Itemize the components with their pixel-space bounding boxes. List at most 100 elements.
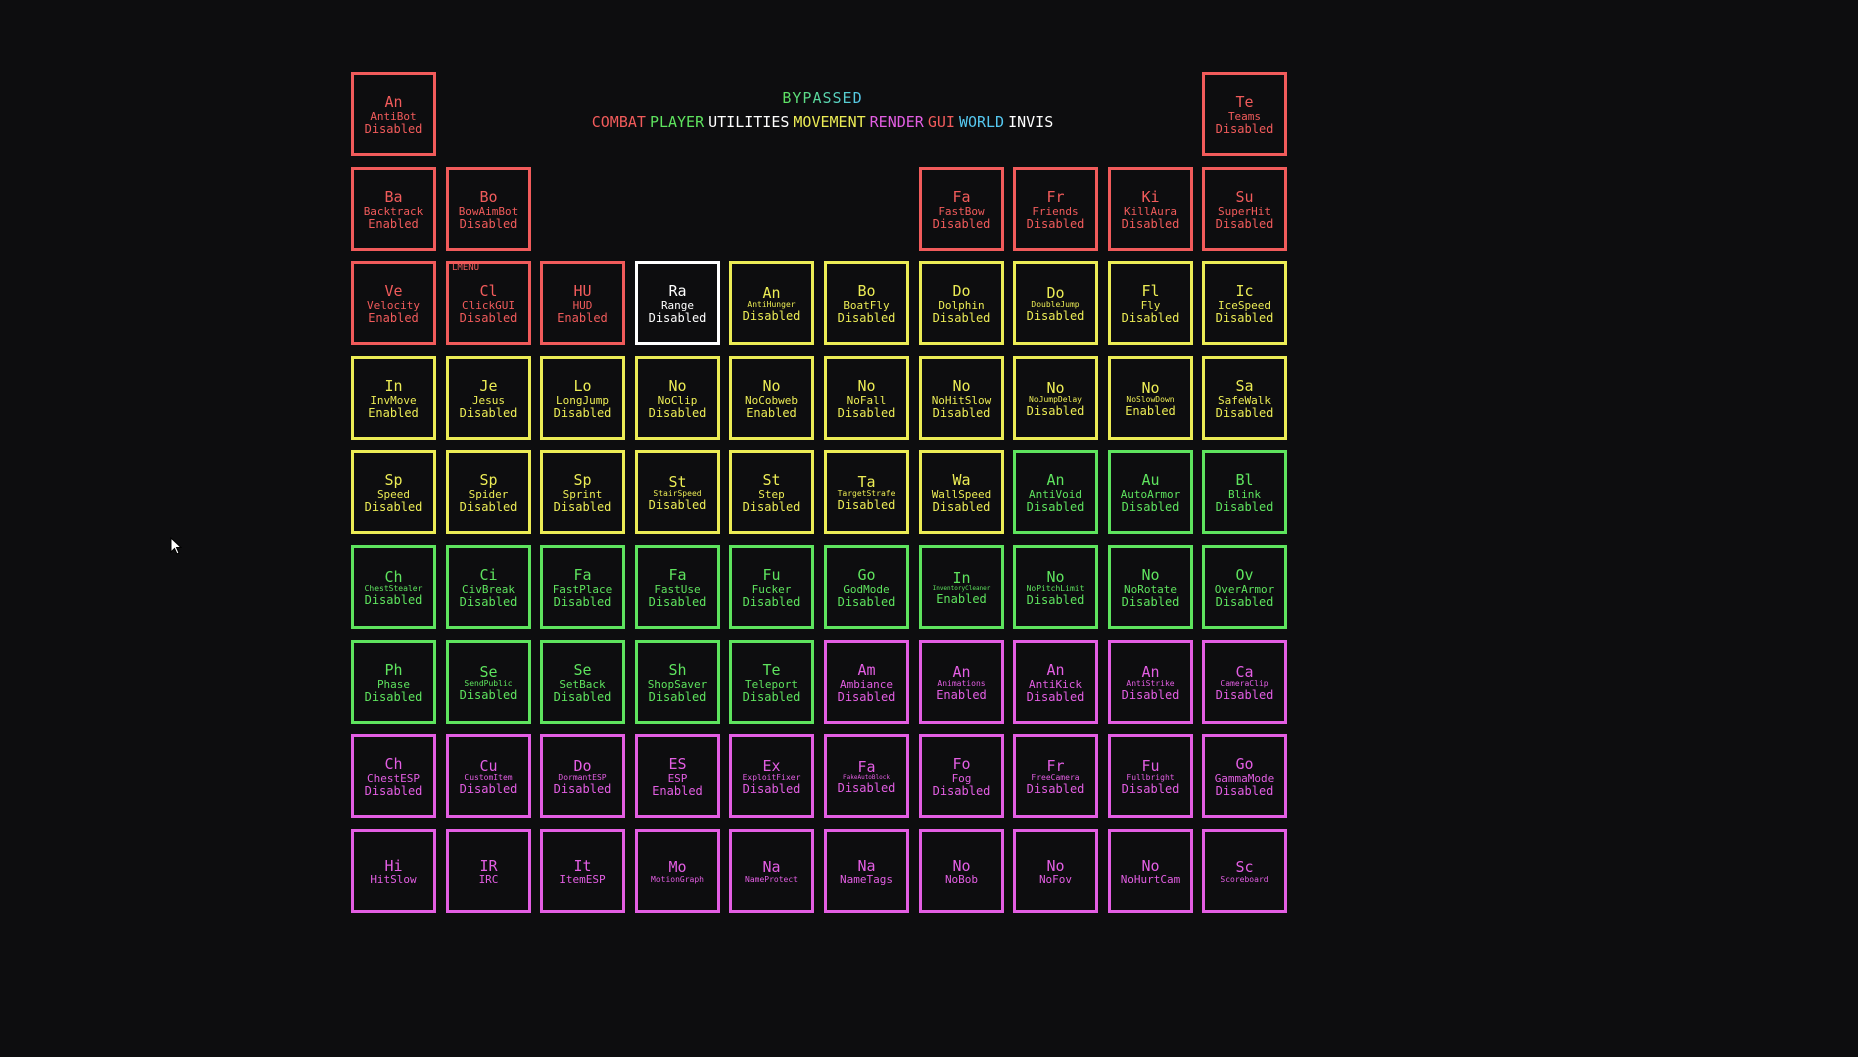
module-tile-jesus[interactable]: Je Jesus Disabled xyxy=(446,356,531,440)
module-tile-nametags[interactable]: Na NameTags xyxy=(824,829,909,913)
module-tile-antihunger[interactable]: An AntiHunger Disabled xyxy=(729,261,814,345)
module-tile-antikick[interactable]: An AntiKick Disabled xyxy=(1013,640,1098,724)
module-tile-bowaimbot[interactable]: Bo BowAimBot Disabled xyxy=(446,167,531,251)
module-tile-godmode[interactable]: Go GodMode Disabled xyxy=(824,545,909,629)
module-tile-clickgui[interactable]: LMENU Cl ClickGUI Disabled xyxy=(446,261,531,345)
tab-gui[interactable]: GUI xyxy=(928,113,955,131)
tab-player[interactable]: PLAYER xyxy=(650,113,704,131)
module-tile-irc[interactable]: IR IRC xyxy=(446,829,531,913)
module-tile-nofall[interactable]: No NoFall Disabled xyxy=(824,356,909,440)
module-tile-stairspeed[interactable]: St StairSpeed Disabled xyxy=(635,450,720,534)
module-tile-range[interactable]: Ra Range Disabled xyxy=(635,261,720,345)
module-tile-customitem[interactable]: Cu CustomItem Disabled xyxy=(446,734,531,818)
keybind-label: LMENU xyxy=(452,263,480,273)
module-tile-nopitchlimit[interactable]: No NoPitchLimit Disabled xyxy=(1013,545,1098,629)
module-tile-fastplace[interactable]: Fa FastPlace Disabled xyxy=(540,545,625,629)
module-symbol: Se xyxy=(479,662,498,681)
module-tile-targetstrafe[interactable]: Ta TargetStrafe Disabled xyxy=(824,450,909,534)
module-tile-nojumpdelay[interactable]: No NoJumpDelay Disabled xyxy=(1013,356,1098,440)
module-tile-superhit[interactable]: Su SuperHit Disabled xyxy=(1202,167,1287,251)
tab-invis[interactable]: INVIS xyxy=(1008,113,1053,131)
module-tile-fullbright[interactable]: Fu Fullbright Disabled xyxy=(1108,734,1193,818)
module-tile-backtrack[interactable]: Ba Backtrack Enabled xyxy=(351,167,436,251)
tab-world[interactable]: WORLD xyxy=(959,113,1004,131)
module-tile-nameprotect[interactable]: Na NameProtect xyxy=(729,829,814,913)
module-tile-exploitfixer[interactable]: Ex ExploitFixer Disabled xyxy=(729,734,814,818)
module-state: Disabled xyxy=(1121,499,1180,514)
module-tile-nocobweb[interactable]: No NoCobweb Enabled xyxy=(729,356,814,440)
module-tile-fastbow[interactable]: Fa FastBow Disabled xyxy=(919,167,1004,251)
module-state: Disabled xyxy=(459,782,518,797)
tab-combat[interactable]: COMBAT xyxy=(592,113,646,131)
module-tile-fly[interactable]: Fl Fly Disabled xyxy=(1108,261,1193,345)
module-tile-nobob[interactable]: No NoBob xyxy=(919,829,1004,913)
module-symbol: Na xyxy=(762,858,781,877)
module-tile-nohurtcam[interactable]: No NoHurtCam xyxy=(1108,829,1193,913)
module-tile-cheststealer[interactable]: Ch ChestStealer Disabled xyxy=(351,545,436,629)
module-tile-fastuse[interactable]: Fa FastUse Disabled xyxy=(635,545,720,629)
module-tile-boatfly[interactable]: Bo BoatFly Disabled xyxy=(824,261,909,345)
module-tile-inventorycleaner[interactable]: In InventoryCleaner Enabled xyxy=(919,545,1004,629)
module-tile-nofov[interactable]: No NoFov xyxy=(1013,829,1098,913)
module-tile-hud[interactable]: HU HUD Enabled xyxy=(540,261,625,345)
module-tile-safewalk[interactable]: Sa SafeWalk Disabled xyxy=(1202,356,1287,440)
module-symbol: Sp xyxy=(573,471,592,490)
module-tile-nohitslow[interactable]: No NoHitSlow Disabled xyxy=(919,356,1004,440)
module-tile-chestesp[interactable]: Ch ChestESP Disabled xyxy=(351,734,436,818)
module-tile-animations[interactable]: An Animations Enabled xyxy=(919,640,1004,724)
module-tile-gammamode[interactable]: Go GammaMode Disabled xyxy=(1202,734,1287,818)
module-symbol: Ba xyxy=(384,188,403,207)
tab-utilities[interactable]: UTILITIES xyxy=(708,113,789,131)
module-state: Disabled xyxy=(932,216,991,231)
module-tile-autoarmor[interactable]: Au AutoArmor Disabled xyxy=(1108,450,1193,534)
module-tile-spider[interactable]: Sp Spider Disabled xyxy=(446,450,531,534)
module-tile-civbreak[interactable]: Ci CivBreak Disabled xyxy=(446,545,531,629)
module-tile-icespeed[interactable]: Ic IceSpeed Disabled xyxy=(1202,261,1287,345)
module-tile-teams[interactable]: Te Teams Disabled xyxy=(1202,72,1287,156)
module-tile-sendpublic[interactable]: Se SendPublic Disabled xyxy=(446,640,531,724)
module-tile-phase[interactable]: Ph Phase Disabled xyxy=(351,640,436,724)
module-tile-teleport[interactable]: Te Teleport Disabled xyxy=(729,640,814,724)
module-tile-overarmor[interactable]: Ov OverArmor Disabled xyxy=(1202,545,1287,629)
module-tile-shopsaver[interactable]: Sh ShopSaver Disabled xyxy=(635,640,720,724)
module-tile-ambiance[interactable]: Am Ambiance Disabled xyxy=(824,640,909,724)
tab-render[interactable]: RENDER xyxy=(870,113,924,131)
module-tile-antivoid[interactable]: An AntiVoid Disabled xyxy=(1013,450,1098,534)
module-tile-dormantesp[interactable]: Do DormantESP Disabled xyxy=(540,734,625,818)
module-tile-longjump[interactable]: Lo LongJump Disabled xyxy=(540,356,625,440)
module-tile-antistrike[interactable]: An AntiStrike Disabled xyxy=(1108,640,1193,724)
module-tile-fucker[interactable]: Fu Fucker Disabled xyxy=(729,545,814,629)
module-tile-speed[interactable]: Sp Speed Disabled xyxy=(351,450,436,534)
module-symbol: An xyxy=(384,93,403,112)
module-tile-dolphin[interactable]: Do Dolphin Disabled xyxy=(919,261,1004,345)
module-tile-setback[interactable]: Se SetBack Disabled xyxy=(540,640,625,724)
module-tile-norotate[interactable]: No NoRotate Disabled xyxy=(1108,545,1193,629)
module-tile-killaura[interactable]: Ki KillAura Disabled xyxy=(1108,167,1193,251)
module-tile-hitslow[interactable]: Hi HitSlow xyxy=(351,829,436,913)
module-name: NoFall xyxy=(846,393,887,407)
module-tile-esp[interactable]: ES ESP Enabled xyxy=(635,734,720,818)
module-tile-fakeautoblock[interactable]: Fa FakeAutoBlock Disabled xyxy=(824,734,909,818)
module-tile-scoreboard[interactable]: Sc Scoreboard xyxy=(1202,829,1287,913)
module-tile-step[interactable]: St Step Disabled xyxy=(729,450,814,534)
module-tile-invmove[interactable]: In InvMove Enabled xyxy=(351,356,436,440)
module-tile-velocity[interactable]: Ve Velocity Enabled xyxy=(351,261,436,345)
module-state: Disabled xyxy=(459,405,518,420)
module-name: Velocity xyxy=(367,298,420,312)
module-tile-cameraclip[interactable]: Ca CameraClip Disabled xyxy=(1202,640,1287,724)
module-tile-motiongraph[interactable]: Mo MotionGraph xyxy=(635,829,720,913)
module-tile-antibot[interactable]: An AntiBot Disabled xyxy=(351,72,436,156)
module-tile-itemesp[interactable]: It ItemESP xyxy=(540,829,625,913)
module-tile-doublejump[interactable]: Do DoubleJump Disabled xyxy=(1013,261,1098,345)
module-tile-fog[interactable]: Fo Fog Disabled xyxy=(919,734,1004,818)
module-tile-noclip[interactable]: No NoClip Disabled xyxy=(635,356,720,440)
module-name: Blink xyxy=(1227,487,1262,501)
module-tile-blink[interactable]: Bl Blink Disabled xyxy=(1202,450,1287,534)
module-tile-wallspeed[interactable]: Wa WallSpeed Disabled xyxy=(919,450,1004,534)
tab-movement[interactable]: MOVEMENT xyxy=(793,113,865,131)
module-tile-freecamera[interactable]: Fr FreeCamera Disabled xyxy=(1013,734,1098,818)
module-state: Disabled xyxy=(1026,309,1085,324)
module-tile-sprint[interactable]: Sp Sprint Disabled xyxy=(540,450,625,534)
module-tile-friends[interactable]: Fr Friends Disabled xyxy=(1013,167,1098,251)
module-tile-noslowdown[interactable]: No NoSlowDown Enabled xyxy=(1108,356,1193,440)
